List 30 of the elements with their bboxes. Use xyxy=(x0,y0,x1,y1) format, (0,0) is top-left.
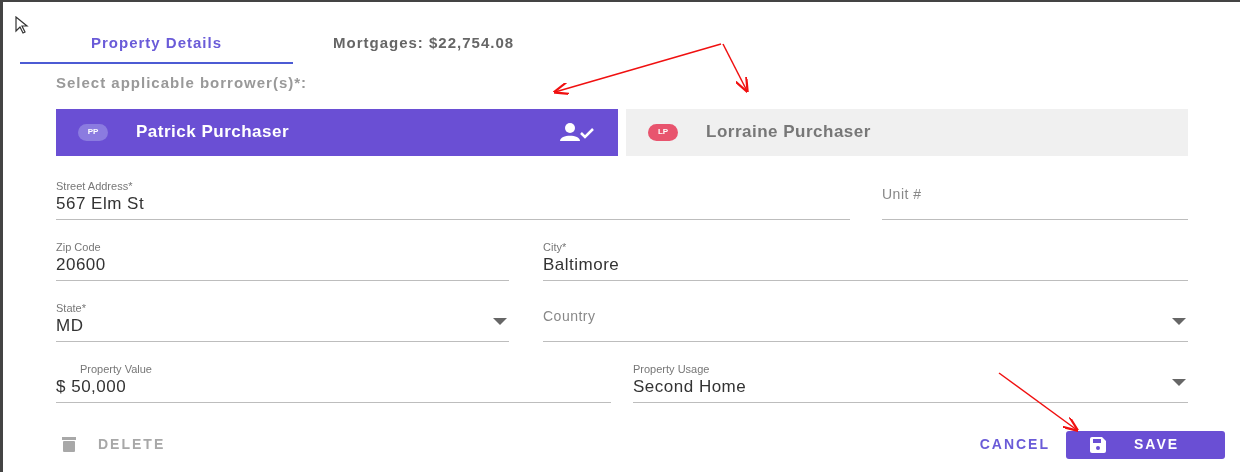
initials-avatar: PP xyxy=(78,123,108,141)
cursor-icon xyxy=(15,16,29,34)
tab[interactable]: Mortgages: $22,754.08 xyxy=(293,24,555,64)
caret-icon xyxy=(493,317,507,325)
save-icon xyxy=(1090,436,1106,453)
borrower-prompt: Select applicable borrower(s)*: xyxy=(56,73,309,93)
input-field[interactable]: Property Value $ 50,000 xyxy=(56,358,611,403)
cancel-button[interactable]: CANCEL xyxy=(975,434,1054,455)
select-field[interactable]: Property Usage Second Home xyxy=(633,358,1188,403)
caret-icon xyxy=(1172,378,1186,386)
borrower-option[interactable]: PP Patrick Purchaser xyxy=(56,108,618,156)
tab[interactable]: Property Details xyxy=(20,24,293,64)
select-field[interactable]: State* MD xyxy=(56,297,509,342)
borrower-option[interactable]: LP Lorraine Purchaser xyxy=(626,108,1188,156)
field-label: City* xyxy=(543,240,568,254)
initials-avatar: LP xyxy=(648,123,678,141)
trash-icon xyxy=(62,437,76,452)
input-field[interactable]: Street Address* 567 Elm St xyxy=(56,175,850,220)
field-label: Property Value xyxy=(79,362,153,376)
field-label: State* xyxy=(56,301,87,315)
input-field[interactable]: City* Baltimore xyxy=(543,236,1188,281)
input-field[interactable]: Zip Code 20600 xyxy=(56,236,509,281)
field-label: Zip Code xyxy=(56,240,102,254)
field-label: Property Usage xyxy=(633,362,711,376)
input-field[interactable]: Unit # xyxy=(882,175,1188,220)
field-label: Street Address* xyxy=(56,179,134,193)
caret-icon xyxy=(1172,317,1186,325)
save-button[interactable]: SAVE xyxy=(1066,430,1225,459)
user-check-icon xyxy=(560,123,594,141)
select-field[interactable]: Country xyxy=(543,297,1188,342)
